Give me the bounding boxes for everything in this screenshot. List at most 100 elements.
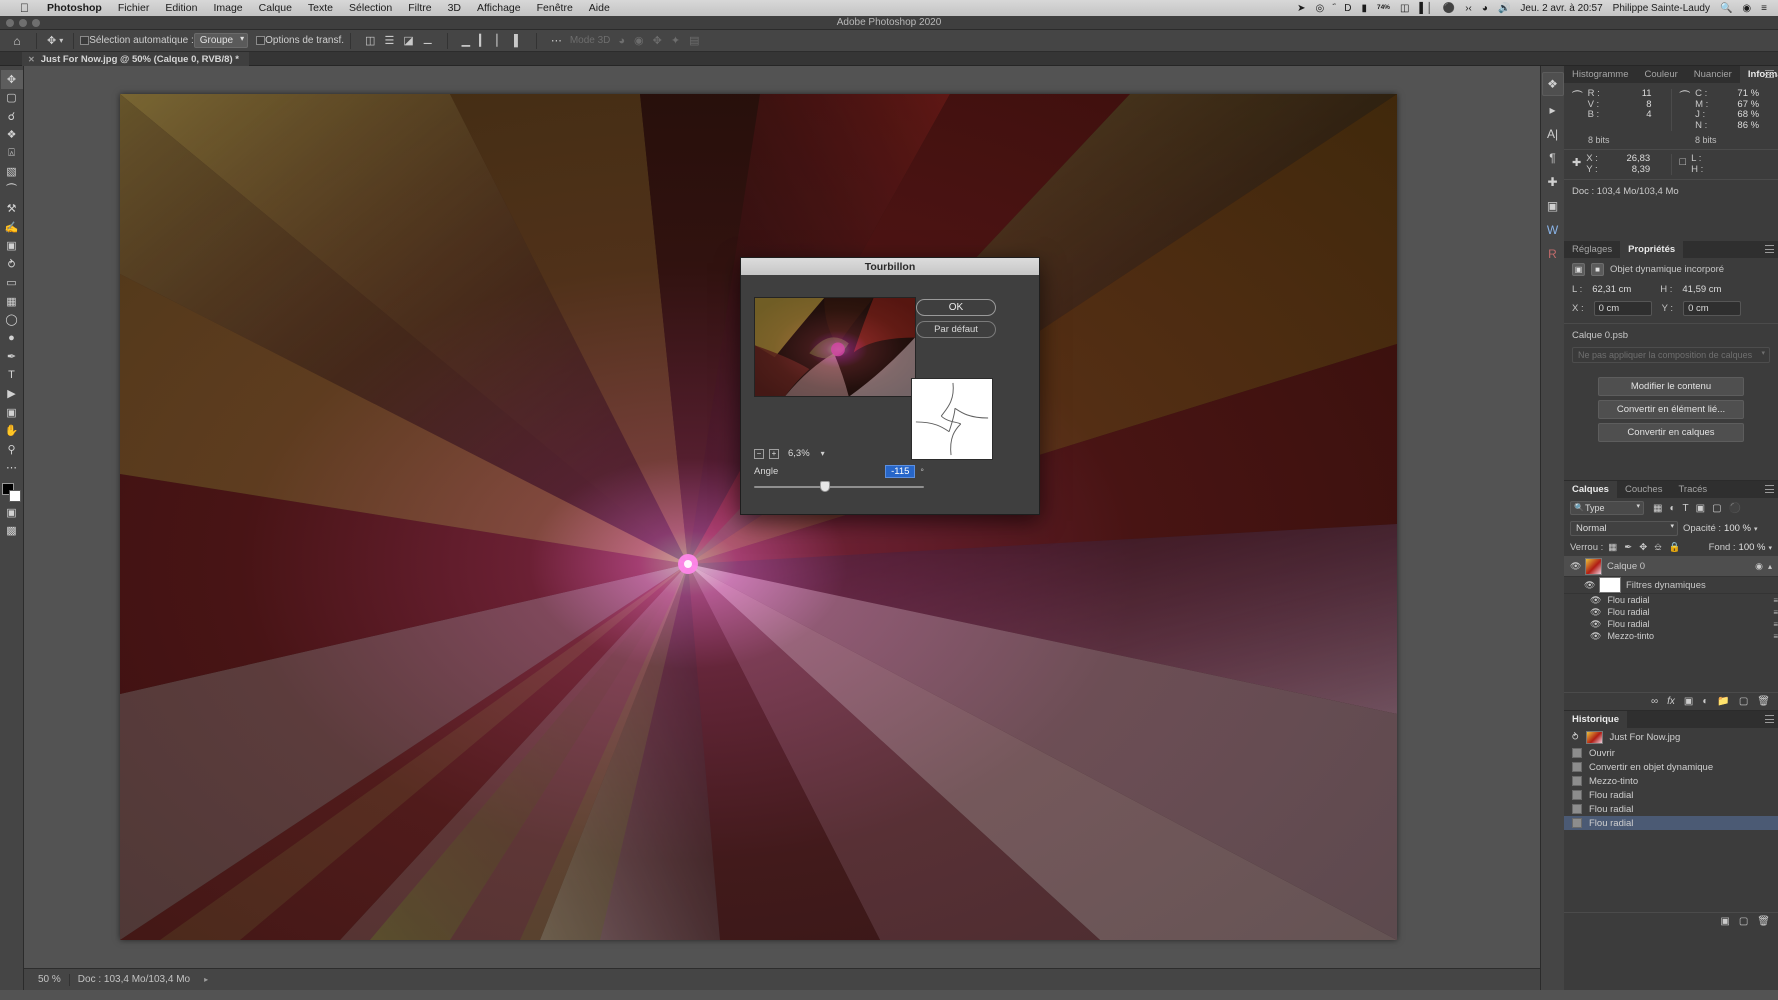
link-icon[interactable]: ∞	[1651, 696, 1658, 707]
history-snapshot-row[interactable]: ⥁ Just For Now.jpg	[1564, 728, 1778, 746]
history-state-row[interactable]: Convertir en objet dynamique	[1564, 760, 1778, 774]
transform-controls-checkbox[interactable]	[256, 36, 265, 45]
history-state-row[interactable]: Flou radial	[1564, 788, 1778, 802]
filter-options-icon[interactable]: ≡	[1773, 596, 1778, 605]
x-field[interactable]: 0 cm	[1594, 301, 1652, 316]
brush-tool-icon[interactable]: ✍	[1, 218, 23, 237]
menu-calque[interactable]: Calque	[251, 2, 300, 14]
adobe-r-icon[interactable]: R	[1542, 242, 1564, 266]
audio-icon[interactable]: ▌│	[1414, 3, 1437, 14]
bluetooth-icon[interactable]: ›‹	[1460, 3, 1477, 14]
menu-filtre[interactable]: Filtre	[400, 2, 439, 14]
background-color-swatch[interactable]	[9, 490, 21, 502]
apple-icon[interactable]: 	[20, 2, 29, 14]
angle-slider[interactable]	[754, 481, 924, 493]
align-center-h-icon[interactable]: ☰	[384, 34, 394, 47]
layer-row-calque-0[interactable]: 👁 Calque 0 ◉ ▴	[1564, 556, 1778, 577]
wifi-icon[interactable]: ◕	[1477, 3, 1493, 14]
paragraph-icon[interactable]: ¶	[1542, 146, 1564, 170]
tab-nuancier[interactable]: Nuancier	[1686, 66, 1740, 83]
mask-icon[interactable]: ■	[1591, 263, 1604, 276]
lasso-tool-icon[interactable]: ☌	[1, 107, 23, 126]
menu-selection[interactable]: Sélection	[341, 2, 400, 14]
zoom-level[interactable]: 50 %	[24, 974, 69, 985]
adjustment-icon[interactable]: ◐	[1702, 696, 1708, 707]
history-state-row-selected[interactable]: Flou radial	[1564, 816, 1778, 830]
type-filter-icon[interactable]: T	[1683, 503, 1689, 514]
opacity-control[interactable]: Opacité : 100 % ▾	[1683, 523, 1757, 534]
filter-options-icon[interactable]: ≡	[1773, 608, 1778, 617]
group-icon[interactable]: 📁	[1717, 696, 1729, 707]
slider-knob[interactable]	[820, 481, 830, 492]
lock-all-icon[interactable]: 🔒	[1669, 542, 1681, 553]
fx-icon[interactable]: fx	[1667, 696, 1675, 707]
smart-filters-row[interactable]: 👁 Filtres dynamiques	[1564, 577, 1778, 594]
close-icon[interactable]: ✕	[28, 55, 35, 64]
align-right-icon[interactable]: ◪	[403, 34, 413, 47]
tab-reglages[interactable]: Réglages	[1564, 241, 1620, 258]
quick-select-tool-icon[interactable]: ❖	[1, 126, 23, 145]
default-button[interactable]: Par défaut	[916, 321, 996, 338]
lock-position-icon[interactable]: ✥	[1639, 542, 1647, 553]
vpn-icon[interactable]: ⚫	[1438, 3, 1460, 14]
menubar-user[interactable]: Philippe Sainte-Laudy	[1608, 3, 1715, 14]
dropbox-d-icon[interactable]: D	[1339, 3, 1356, 14]
brush-settings-icon[interactable]: ❖	[1542, 72, 1564, 96]
filter-visibility-icon[interactable]: 👁	[1590, 595, 1601, 606]
smart-filter-item[interactable]: 👁 Flou radial ≡	[1564, 594, 1778, 606]
lock-transparency-icon[interactable]: ▦	[1608, 542, 1617, 553]
volume-icon[interactable]: 🔊	[1493, 3, 1515, 14]
marquee-tool-icon[interactable]: ▢	[1, 89, 23, 108]
filter-visibility-icon[interactable]: 👁	[1590, 607, 1601, 618]
battery-icon[interactable]: 74%	[1372, 5, 1395, 12]
zoom-window-button[interactable]	[32, 19, 40, 27]
history-state-label[interactable]: Convertir en objet dynamique	[1589, 762, 1713, 773]
minimize-window-button[interactable]	[19, 19, 27, 27]
history-state-row[interactable]: Mezzo-tinto	[1564, 774, 1778, 788]
filter-options-icon[interactable]: ≡	[1773, 620, 1778, 629]
snapshot-icon[interactable]: ▣	[1720, 916, 1729, 927]
menu-photoshop[interactable]: Photoshop	[39, 2, 110, 14]
auto-select-scope-dropdown[interactable]: Groupe	[194, 33, 248, 48]
smart-filter-item[interactable]: 👁 Flou radial ≡	[1564, 606, 1778, 618]
opacity-value[interactable]: 100 %	[1724, 523, 1751, 534]
layer-visibility-icon[interactable]: 👁	[1570, 561, 1580, 572]
more-tools-icon[interactable]: ⋯	[1, 459, 23, 478]
chevron-down-icon[interactable]: ▾	[1754, 525, 1758, 533]
tab-histogramme[interactable]: Histogramme	[1564, 66, 1637, 83]
panel-menu-icon[interactable]	[1765, 485, 1774, 493]
shape-tool-icon[interactable]: ▣	[1, 403, 23, 422]
path-selection-tool-icon[interactable]: ▶	[1, 385, 23, 404]
dropbox-icon[interactable]: ◎	[1310, 3, 1329, 14]
filter-toggle-icon[interactable]: ⚫	[1729, 503, 1741, 514]
filter-options-icon[interactable]: ≡	[1773, 632, 1778, 641]
convert-to-linked-button[interactable]: Convertir en élément lié...	[1598, 400, 1744, 419]
history-state-label[interactable]: Flou radial	[1589, 790, 1633, 801]
move-tool-icon[interactable]: ✥	[1, 70, 23, 89]
align-left-icon[interactable]: ◫	[365, 34, 375, 47]
eyedropper-tool-icon[interactable]: ⏜	[1, 181, 23, 200]
delete-layer-icon[interactable]: 🗑	[1757, 696, 1770, 707]
frame-tool-icon[interactable]: ▧	[1, 163, 23, 182]
zoom-out-icon[interactable]: −	[754, 449, 764, 459]
tab-historique[interactable]: Historique	[1564, 711, 1627, 728]
smart-filter-item[interactable]: 👁 Mezzo-tinto ≡	[1564, 630, 1778, 642]
mask-icon[interactable]: ▣	[1684, 696, 1693, 707]
history-brush-source-icon[interactable]: ⥁	[1572, 732, 1579, 743]
tab-couleur[interactable]: Couleur	[1637, 66, 1686, 83]
eraser-tool-icon[interactable]: ▭	[1, 274, 23, 293]
healing-brush-tool-icon[interactable]: ⚒	[1, 200, 23, 219]
history-state-label[interactable]: Flou radial	[1589, 818, 1633, 829]
smart-filters-visibility-icon[interactable]: 👁	[1584, 580, 1594, 591]
snapshot-name[interactable]: Just For Now.jpg	[1610, 732, 1681, 743]
tourbillon-dialog[interactable]: Tourbillon	[740, 257, 1040, 515]
y-field[interactable]: 0 cm	[1683, 301, 1741, 316]
fill-value[interactable]: 100 %	[1739, 542, 1766, 553]
menu-3d[interactable]: 3D	[440, 2, 469, 14]
lock-image-icon[interactable]: ✒	[1624, 542, 1632, 553]
menu-fichier[interactable]: Fichier	[110, 2, 158, 14]
pixel-filter-icon[interactable]: ▦	[1653, 503, 1662, 514]
panel-menu-icon[interactable]	[1765, 715, 1774, 723]
fill-control[interactable]: Fond : 100 % ▾	[1709, 542, 1772, 553]
filter-preview[interactable]	[754, 297, 916, 397]
